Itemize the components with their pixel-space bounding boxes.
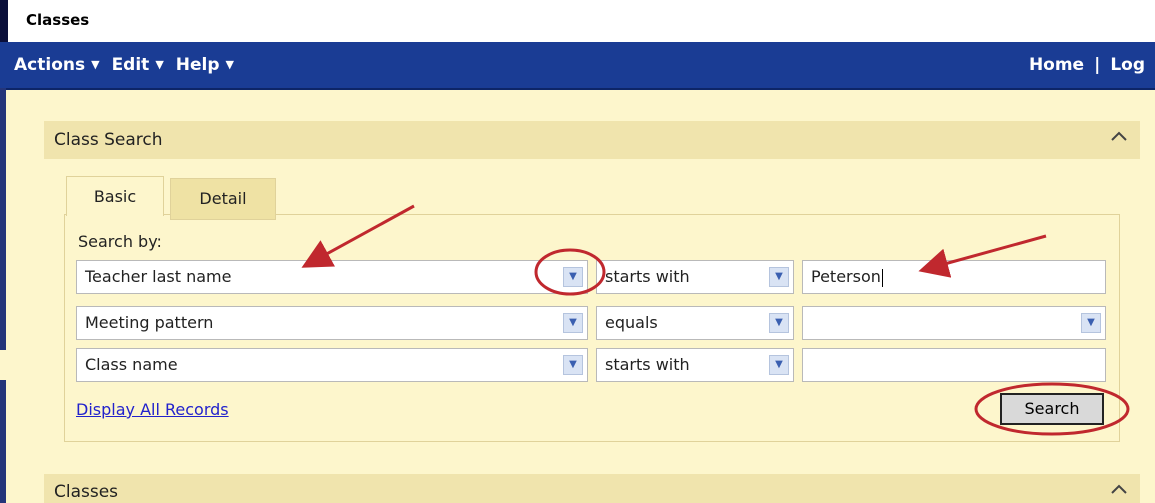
text-cursor: [881, 268, 883, 287]
window-edge: [0, 0, 8, 42]
nav-links: Home | Log: [1029, 55, 1145, 75]
chevron-up-icon[interactable]: [1110, 480, 1128, 501]
chevron-up-icon[interactable]: [1110, 127, 1128, 148]
operator-select-row-1[interactable]: starts with ▼: [596, 260, 794, 294]
menu-edit[interactable]: Edit ▼: [112, 55, 164, 75]
home-link[interactable]: Home: [1029, 55, 1084, 75]
operator-select-value: equals: [605, 313, 658, 332]
class-search-title: Class Search: [54, 130, 163, 150]
menu-actions[interactable]: Actions ▼: [14, 55, 100, 75]
top-nav: Actions ▼ Edit ▼ Help ▼ Home | Log: [0, 42, 1155, 90]
chevron-down-icon[interactable]: ▼: [769, 313, 789, 333]
class-search-header[interactable]: Class Search: [44, 121, 1140, 159]
chevron-down-icon[interactable]: ▼: [769, 355, 789, 375]
menu-help[interactable]: Help ▼: [176, 55, 234, 75]
title-bar: Classes: [0, 0, 1155, 42]
menu-actions-label: Actions: [14, 55, 86, 75]
tab-basic[interactable]: Basic: [66, 176, 164, 216]
display-all-records-link[interactable]: Display All Records: [76, 400, 229, 419]
chevron-down-icon[interactable]: ▼: [769, 267, 789, 287]
left-strip-gap: [0, 350, 6, 380]
window-title: Classes: [26, 11, 90, 29]
left-strip: [0, 88, 6, 503]
chevron-down-icon[interactable]: ▼: [563, 313, 583, 333]
field-select-row-3[interactable]: Class name ▼: [76, 348, 588, 382]
caret-down-icon: ▼: [155, 58, 164, 71]
value-input-text: Peterson: [811, 267, 881, 286]
field-select-row-2[interactable]: Meeting pattern ▼: [76, 306, 588, 340]
field-select-value: Teacher last name: [85, 267, 232, 286]
chevron-down-icon[interactable]: ▼: [1081, 313, 1101, 333]
value-select-row-2[interactable]: ▼: [802, 306, 1106, 340]
caret-down-icon: ▼: [91, 58, 100, 71]
value-input-row-3[interactable]: [802, 348, 1106, 382]
operator-select-value: starts with: [605, 355, 690, 374]
search-by-label: Search by:: [78, 232, 162, 251]
menu-edit-label: Edit: [111, 55, 150, 75]
menu-help-label: Help: [175, 55, 220, 75]
menu-bar: Actions ▼ Edit ▼ Help ▼: [14, 55, 234, 75]
classes-title: Classes: [54, 482, 119, 502]
field-select-value: Meeting pattern: [85, 313, 214, 332]
value-input-row-1[interactable]: Peterson: [802, 260, 1106, 294]
search-button[interactable]: Search: [1000, 393, 1104, 425]
chevron-down-icon[interactable]: ▼: [563, 355, 583, 375]
log-link[interactable]: Log: [1110, 55, 1145, 75]
operator-select-row-2[interactable]: equals ▼: [596, 306, 794, 340]
chevron-down-icon[interactable]: ▼: [563, 267, 583, 287]
operator-select-row-3[interactable]: starts with ▼: [596, 348, 794, 382]
field-select-row-1[interactable]: Teacher last name ▼: [76, 260, 588, 294]
nav-separator: |: [1094, 55, 1101, 75]
caret-down-icon: ▼: [225, 58, 235, 71]
operator-select-value: starts with: [605, 267, 690, 286]
classes-header[interactable]: Classes: [44, 474, 1140, 503]
field-select-value: Class name: [85, 355, 178, 374]
tab-detail[interactable]: Detail: [170, 178, 276, 220]
